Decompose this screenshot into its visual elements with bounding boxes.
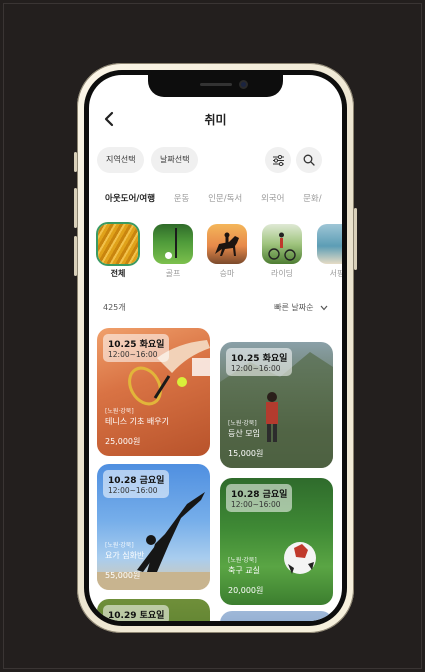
card-area: [노원·강북] [228,557,257,564]
card-time: 12:00~16:00 [108,350,158,359]
tab-outdoor-travel[interactable]: 아웃도어/여행 [105,192,155,204]
date-badge: 10.29 토요일 [103,605,170,621]
card-price: 55,000원 [105,571,141,580]
region-select-button[interactable]: 지역선택 [97,147,145,173]
subcategory-label: 전체 [110,269,126,278]
tab-culture[interactable]: 문화/ [303,192,322,204]
card-time: 12:00~16:00 [231,500,281,509]
subcategory-label: 서핑 [329,269,342,278]
card-title: 등산 모임 [228,429,260,438]
horse-riding-thumbnail [207,224,247,264]
card-date: 10.28 금요일 [108,476,165,486]
card-info: [노원·강북] 요가 심화반 55,000원 [105,540,144,581]
card-info: [노원·강북] 축구 교실 20,000원 [228,555,263,596]
card-title: 요가 심화반 [105,551,145,560]
result-count: 425개 [103,303,126,312]
date-select-button[interactable]: 날짜선택 [151,147,199,173]
subcategory-riding[interactable]: 라이딩 [262,224,302,279]
category-tabs: 아웃도어/여행 운동 인문/독서 외국어 문화/ [105,192,342,208]
subcategory-label: 라이딩 [270,269,294,278]
subcategory-golf[interactable]: 골프 [153,224,193,279]
subcategory-list: 전체 골프 승마 라이딩 서핑 [96,224,342,284]
phone-mute-button [74,152,77,172]
card-area: [노원·강북] [228,420,257,427]
riding-thumbnail [262,224,302,264]
class-card-hiking[interactable]: 10.25 화요일 12:00~16:00 [노원·강북] 등산 모임 15,0… [220,342,333,468]
search-button[interactable] [296,147,322,173]
tab-exercise[interactable]: 운동 [174,192,190,204]
subcategory-all[interactable]: 전체 [98,224,138,279]
phone-power-button [354,208,357,270]
card-area: [노원·강북] [105,408,134,415]
date-badge: 10.28 금요일 12:00~16:00 [103,470,170,498]
chevron-down-icon [320,305,328,310]
card-price: 25,000원 [105,437,141,446]
card-time: 12:00~16:00 [231,364,281,373]
camera-icon [239,80,248,89]
class-card-tennis[interactable]: 10.25 화요일 12:00~16:00 [노원·강북] 테니스 기초 배우기… [97,328,210,456]
search-icon [303,154,315,166]
subcategory-surfing[interactable]: 서핑 [317,224,342,279]
tab-humanities-reading[interactable]: 인문/독서 [208,192,242,204]
card-info: [노원·강북] 등산 모임 15,000원 [228,418,263,459]
sort-dropdown[interactable]: 빠른 날짜순 [274,302,328,313]
class-card-partial-right[interactable] [220,611,333,621]
tab-foreign-language[interactable]: 외국어 [261,192,284,204]
card-info: [노원·강북] 테니스 기초 배우기 25,000원 [105,406,169,447]
card-title: 테니스 기초 배우기 [105,417,169,426]
phone-volume-down-button [74,236,77,276]
card-date: 10.29 토요일 [108,611,165,621]
speaker [200,83,232,86]
sliders-icon [272,154,284,166]
card-date: 10.28 금요일 [231,490,288,500]
filter-row: 지역선택 날짜선택 [89,147,342,175]
subcategory-horse-riding[interactable]: 승마 [207,224,247,279]
card-area: [노원·강북] [105,542,134,549]
card-price: 15,000원 [228,449,264,458]
golf-thumbnail [153,224,193,264]
date-badge: 10.25 화요일 12:00~16:00 [226,348,293,376]
page-title: 취미 [204,113,227,127]
class-card-soccer[interactable]: 10.28 금요일 12:00~16:00 [노원·강북] 축구 교실 20,0… [220,478,333,605]
app-screen: 취미 지역선택 날짜선택 아웃도어/여행 운동 인문/독서 외국어 문화/ 전체… [89,75,342,621]
card-date: 10.25 화요일 [231,354,288,364]
phone-volume-up-button [74,188,77,228]
card-time: 12:00~16:00 [108,486,158,495]
surfing-thumbnail [317,224,342,264]
date-badge: 10.28 금요일 12:00~16:00 [226,484,293,512]
class-card-partial[interactable]: 10.29 토요일 [97,599,210,621]
class-card-yoga[interactable]: 10.28 금요일 12:00~16:00 [노원·강북] 요가 심화반 55,… [97,464,210,590]
subcategory-label: 골프 [165,269,181,278]
card-title: 축구 교실 [228,566,260,575]
sort-label: 빠른 날짜순 [274,303,314,312]
subcategory-label: 승마 [219,269,235,278]
notch [148,75,283,97]
card-date: 10.25 화요일 [108,340,165,350]
filter-button[interactable] [265,147,291,173]
date-badge: 10.25 화요일 12:00~16:00 [103,334,170,362]
all-thumbnail [98,224,138,264]
card-price: 20,000원 [228,586,264,595]
